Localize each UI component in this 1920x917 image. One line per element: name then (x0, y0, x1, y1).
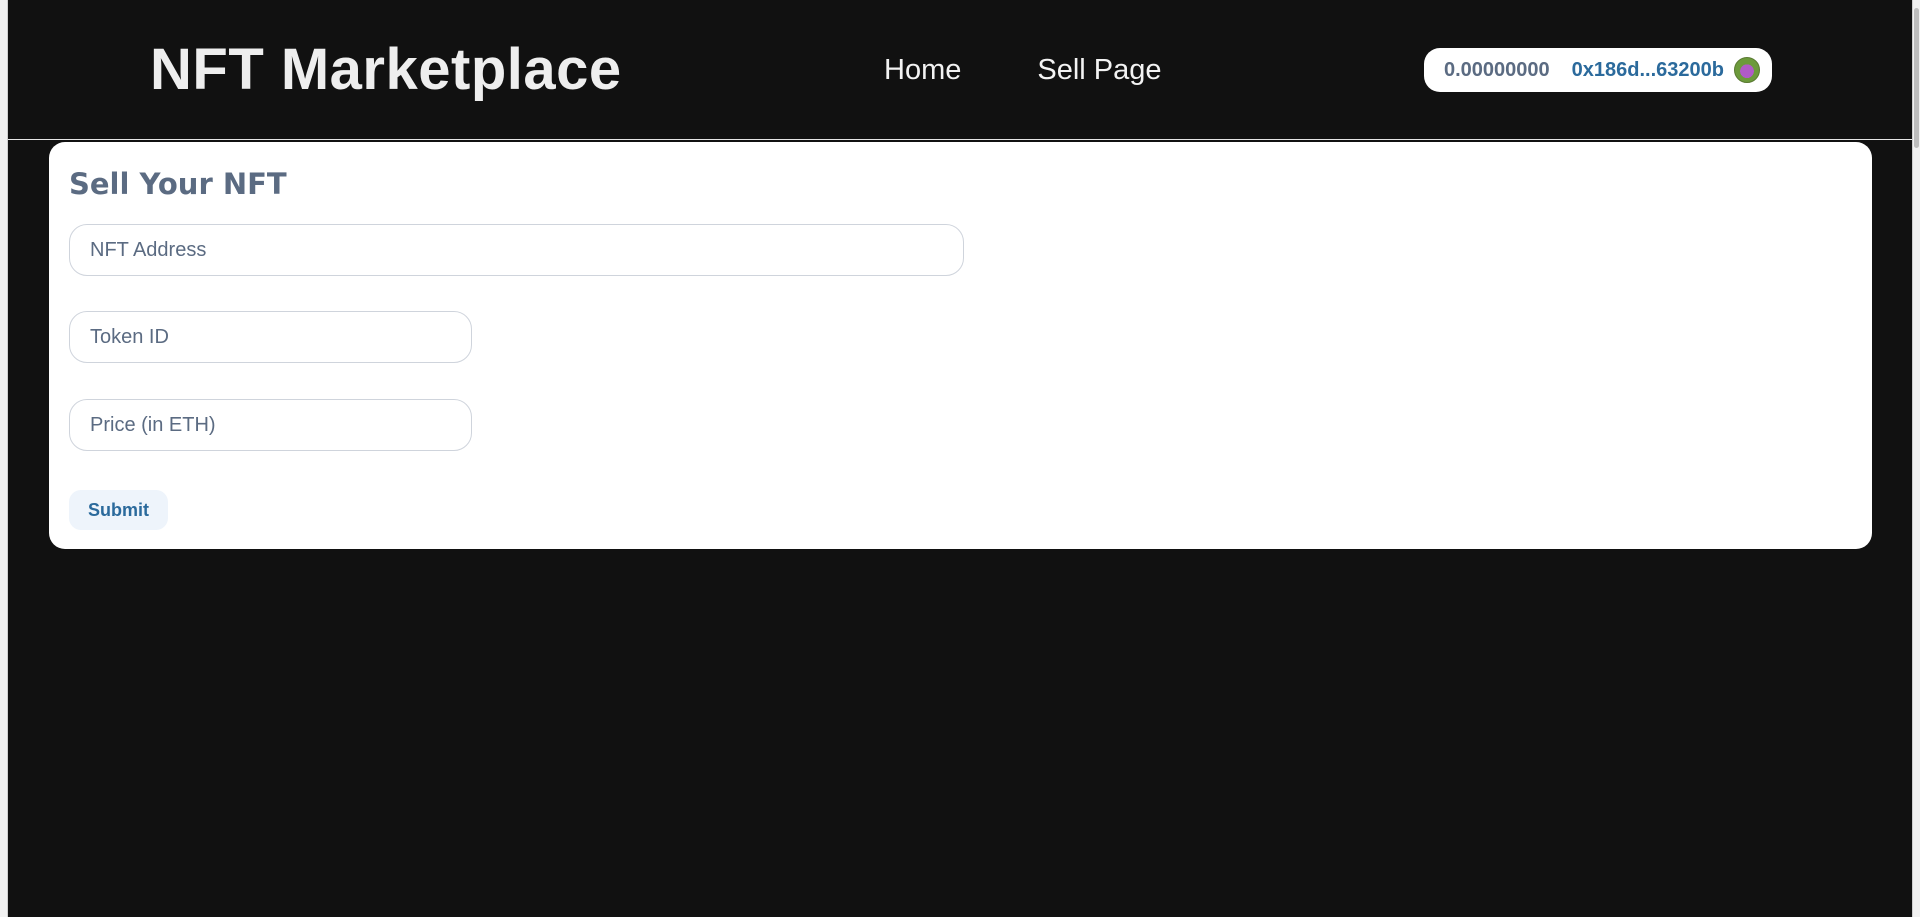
nft-address-input[interactable] (69, 224, 964, 276)
wallet-connect-button[interactable]: 0.00000000 0x186d...63200b (1424, 48, 1772, 92)
scrollbar-thumb[interactable] (1914, 8, 1919, 148)
nav-sell-page-link[interactable]: Sell Page (1037, 52, 1161, 88)
nav-home-link[interactable]: Home (884, 52, 961, 88)
wallet-address: 0x186d...63200b (1571, 58, 1725, 81)
submit-button[interactable]: Submit (69, 490, 168, 530)
main-nav: Home Sell Page (884, 52, 1162, 88)
site-header: NFT Marketplace Home Sell Page 0.0000000… (8, 0, 1912, 140)
sell-form-title: Sell Your NFT (69, 167, 287, 201)
wallet-balance: 0.00000000 (1444, 58, 1550, 81)
window-scrollbar[interactable] (1912, 0, 1920, 917)
site-logo-title[interactable]: NFT Marketplace (150, 36, 622, 104)
page: NFT Marketplace Home Sell Page 0.0000000… (8, 0, 1912, 917)
window-left-edge (0, 0, 8, 917)
token-id-input[interactable] (69, 311, 472, 363)
sell-nft-form-card: Sell Your NFT Submit (49, 142, 1872, 549)
price-eth-input[interactable] (69, 399, 472, 451)
wallet-avatar-icon (1734, 57, 1761, 83)
